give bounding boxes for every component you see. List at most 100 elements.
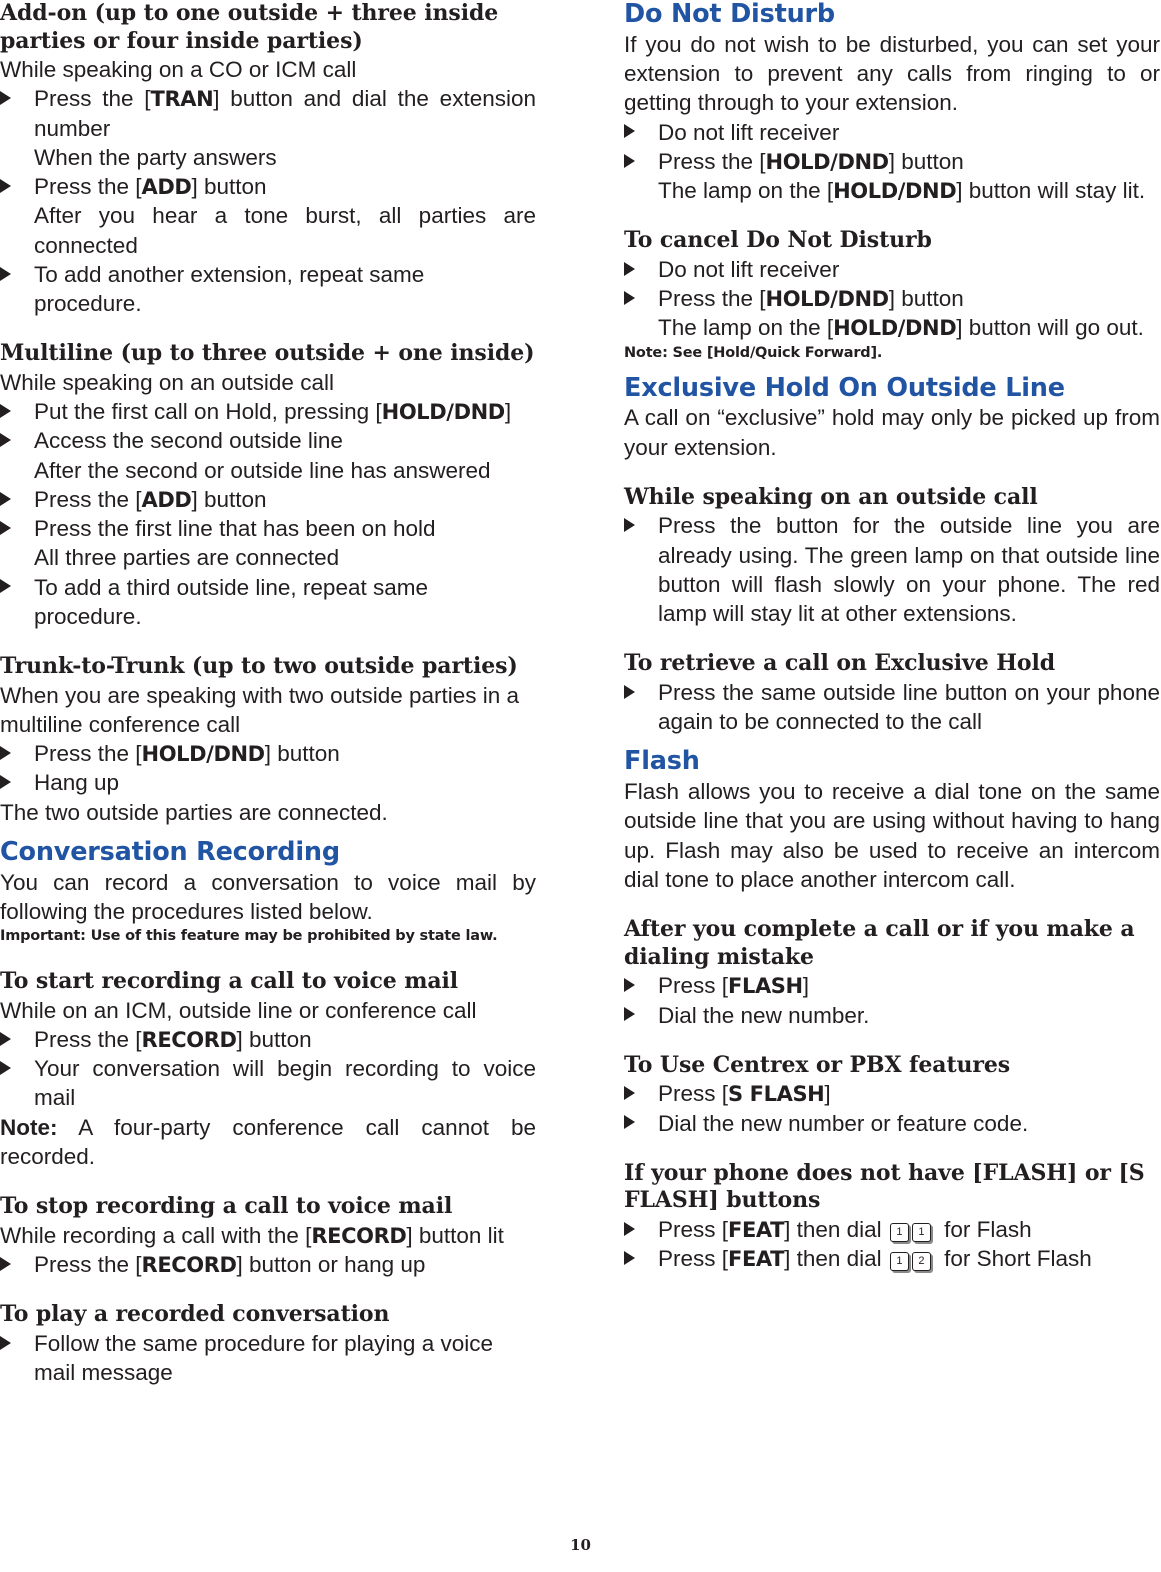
- triangle-bullet-icon: [0, 579, 11, 594]
- cancel-dnd-heading: To cancel Do Not Disturb: [624, 227, 932, 254]
- key-label: S FLASH: [728, 1082, 825, 1107]
- triangle-bullet-icon: [624, 290, 635, 305]
- note-text: ] button will go out.: [956, 315, 1144, 341]
- note-label: Note:: [0, 1114, 58, 1140]
- cancel-dnd-step-1: Do not lift receiver: [624, 255, 1160, 284]
- key-label: FEAT: [728, 1247, 785, 1272]
- trunk-step-1: Press the [HOLD/DND] button: [0, 739, 536, 768]
- add-on-step-2: Press the [ADD] button: [0, 172, 536, 201]
- multiline-step-2: Access the second outside line: [0, 426, 536, 455]
- triangle-bullet-icon: [0, 1256, 11, 1271]
- keycap-digit-icon: 1: [889, 1222, 909, 1242]
- heading-text: ] or [: [1066, 1159, 1129, 1186]
- after-call-heading: After you complete a call or if you make…: [624, 916, 1135, 970]
- play-recording-heading: To play a recorded conversation: [0, 1301, 390, 1328]
- step-text: ] button or hang up: [236, 1251, 426, 1277]
- step-text: Access the second outside line: [34, 428, 343, 454]
- step-text: ] then dial: [784, 1246, 888, 1272]
- step-text: Dial the new number.: [658, 1002, 870, 1028]
- step-text: Do not lift receiver: [658, 119, 840, 145]
- trunk-step-2: Hang up: [0, 768, 536, 797]
- left-column: Add-on (up to one outside + three inside…: [0, 0, 536, 1387]
- start-recording-note: Note: A four-party conference call canno…: [0, 1113, 536, 1172]
- section-exclusive-hold: Exclusive Hold On Outside Line A call on…: [624, 372, 1160, 737]
- key-label: ADD: [141, 487, 192, 512]
- multiline-heading: Multiline (up to three outside + one ins…: [0, 340, 535, 367]
- key-label: FLASH: [982, 1159, 1067, 1186]
- retrieve-hold-heading: To retrieve a call on Exclusive Hold: [624, 650, 1055, 677]
- step-text: To add a third outside line, repeat same…: [34, 574, 428, 629]
- dnd-step-2-note: The lamp on the [HOLD/DND] button will s…: [624, 176, 1160, 205]
- triangle-bullet-icon: [624, 1007, 635, 1022]
- step-text: ]: [824, 1081, 831, 1107]
- triangle-bullet-icon: [624, 261, 635, 276]
- triangle-bullet-icon: [0, 520, 11, 535]
- step-text: ]: [504, 399, 512, 425]
- step-text: Press the [: [34, 174, 142, 200]
- keycap-digit-icon: 1: [889, 1252, 909, 1272]
- step-text: Press the [: [34, 1251, 142, 1277]
- step-text: Press the [: [34, 486, 142, 512]
- start-recording-heading: To start recording a call to voice mail: [0, 968, 459, 995]
- trunk-closing: The two outside parties are connected.: [0, 799, 388, 825]
- key-label: HOLD/DND: [833, 316, 957, 341]
- step-text: for Short Flash: [937, 1246, 1092, 1272]
- cancel-dnd-step-2-note: The lamp on the [HOLD/DND] button will g…: [624, 313, 1160, 342]
- step-text: Your conversation will begin recording t…: [34, 1056, 536, 1111]
- heading-text: ] buttons: [708, 1187, 821, 1214]
- triangle-bullet-icon: [624, 124, 635, 139]
- triangle-bullet-icon: [624, 977, 635, 992]
- note-text: The lamp on the [: [658, 315, 834, 341]
- triangle-bullet-icon: [0, 266, 11, 281]
- dial-code-flash: 11: [889, 1217, 934, 1242]
- key-label: FLASH: [728, 974, 803, 999]
- right-column: Do Not Disturb If you do not wish to be …: [624, 0, 1160, 1273]
- section-flash: Flash Flash allows you to receive a dial…: [624, 747, 1160, 1273]
- no-flash-step-1: Press [FEAT] then dial 11 for Flash: [624, 1215, 1160, 1244]
- multiline-step-5: To add a third outside line, repeat same…: [0, 573, 536, 632]
- conversation-recording-heading: Conversation Recording: [0, 836, 340, 867]
- multiline-intro: While speaking on an outside call: [0, 369, 334, 395]
- note-text: The lamp on the [: [658, 178, 834, 204]
- start-recording-step-1: Press the [RECORD] button: [0, 1025, 536, 1054]
- triangle-bullet-icon: [0, 745, 11, 760]
- start-recording-intro: While on an ICM, outside line or confere…: [0, 997, 477, 1023]
- two-column-layout: Add-on (up to one outside + three inside…: [0, 0, 1161, 1387]
- trunk-heading: Trunk-to-Trunk (up to two outside partie…: [0, 653, 518, 680]
- do-not-disturb-heading: Do Not Disturb: [624, 0, 835, 29]
- step-text: ]: [802, 973, 809, 999]
- conversation-recording-important: Important: Use of this feature may be pr…: [0, 928, 498, 945]
- step-text: ] button: [191, 486, 267, 512]
- step-text: Press the button for the outside line yo…: [658, 513, 1160, 627]
- exclusive-hold-heading: Exclusive Hold On Outside Line: [624, 372, 1065, 403]
- note-text: A four-party conference call cannot be r…: [0, 1114, 536, 1169]
- add-on-step-3: To add another extension, repeat same pr…: [0, 260, 536, 319]
- triangle-bullet-icon: [0, 403, 11, 418]
- multiline-step-1: Put the first call on Hold, pressing [HO…: [0, 397, 536, 426]
- key-label: HOLD/DND: [141, 742, 266, 767]
- stop-recording-heading: To stop recording a call to voice mail: [0, 1193, 453, 1220]
- add-on-intro: While speaking on a CO or ICM call: [0, 57, 357, 82]
- add-on-step-1: Press the [TRAN] button and dial the ext…: [0, 84, 536, 143]
- step-text: ] button: [888, 286, 964, 312]
- triangle-bullet-icon: [0, 775, 11, 790]
- step-text: Press [: [658, 973, 729, 999]
- do-not-disturb-intro: If you do not wish to be disturbed, you …: [624, 31, 1160, 116]
- after-call-step-1: Press [FLASH]: [624, 971, 1160, 1000]
- step-text: Press the [: [34, 1026, 142, 1052]
- exclusive-hold-intro: A call on “exclusive” hold may only be p…: [624, 405, 1160, 460]
- key-label: TRAN: [150, 87, 214, 112]
- flash-heading: Flash: [624, 746, 700, 777]
- step-text: Press [: [658, 1216, 729, 1242]
- page-number: 10: [570, 1536, 591, 1554]
- section-trunk-to-trunk: Trunk-to-Trunk (up to two outside partie…: [0, 653, 536, 827]
- key-label: HOLD/DND: [765, 287, 890, 312]
